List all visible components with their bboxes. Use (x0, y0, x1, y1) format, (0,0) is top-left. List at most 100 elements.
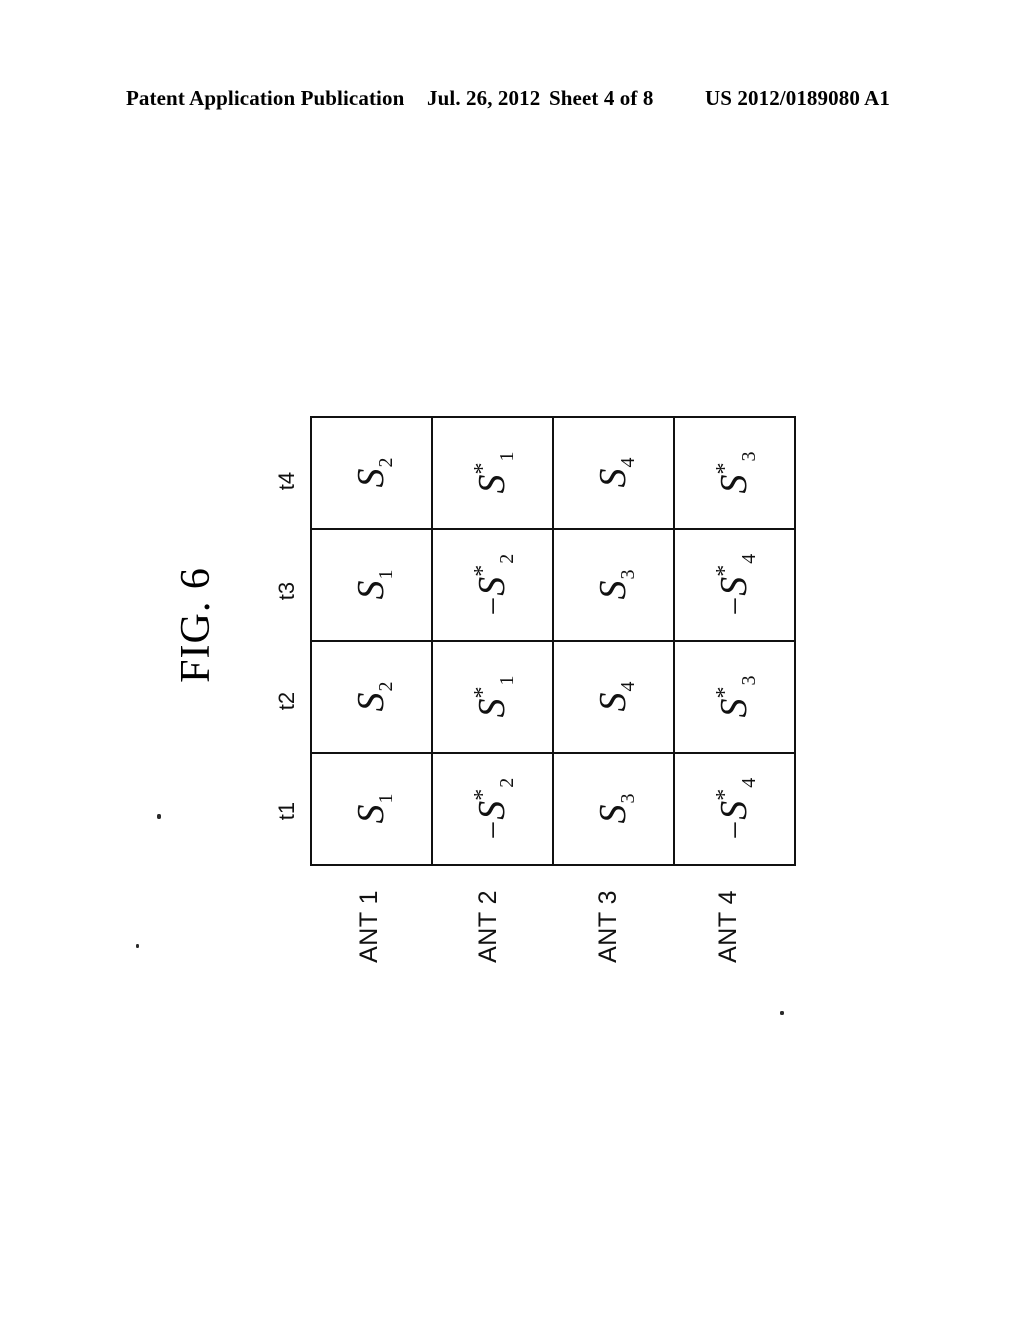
minus-sign: − (475, 820, 512, 840)
figure-label: FIG. 6 (173, 567, 219, 683)
symbol-subscript: 4 (616, 681, 639, 692)
cell-ant1-t2: S2 (311, 641, 432, 753)
symbol-ant1-t3: S1 (349, 570, 397, 600)
header-date-text: Jul. 26, 2012 (427, 86, 541, 110)
symbol-base: S (591, 468, 634, 488)
conjugate-asterisk: * (469, 686, 496, 699)
table-row: S1 S2 S1 S2 (311, 417, 432, 865)
symbol-ant1-t1: S1 (349, 794, 397, 824)
symbol-base: S (349, 580, 392, 600)
symbol-subscript: 2 (495, 777, 518, 788)
symbol-base: S (470, 800, 513, 820)
symbol-ant3-t4: S4 (591, 458, 639, 488)
symbol-subscript: 2 (374, 681, 397, 692)
symbol-ant4-t1: −S*4 (711, 778, 760, 840)
cell-ant1-t1: S1 (311, 753, 432, 865)
symbol-ant2-t1: −S*2 (469, 778, 518, 840)
symbol-ant2-t2: S*1 (469, 676, 518, 718)
header-publication-text: Patent Application Publication (126, 86, 405, 110)
symbol-subscript: 4 (737, 553, 760, 564)
time-header-t1: t1 (274, 801, 299, 821)
symbol-base: S (591, 692, 634, 712)
conjugate-asterisk: * (711, 564, 738, 577)
symbol-subscript: 3 (737, 451, 760, 462)
symbol-base: S (349, 692, 392, 712)
symbol-base: S (591, 804, 634, 824)
antenna-label-ant-3: ANT 3 (594, 890, 622, 963)
conjugate-asterisk: * (469, 788, 496, 801)
time-header-t3: t3 (274, 581, 299, 601)
symbol-subscript: 1 (374, 793, 397, 804)
symbol-subscript: 2 (495, 553, 518, 564)
symbol-ant2-t4: S*1 (469, 452, 518, 494)
figure-rotated-group: t1 t2 t3 t4 ANT 1 ANT 2 ANT 3 ANT 4 S1 S… (274, 417, 795, 1006)
symbol-subscript: 4 (616, 457, 639, 468)
cell-ant2-t2: S*1 (432, 641, 553, 753)
symbol-subscript: 1 (495, 451, 518, 462)
symbol-ant4-t4: S*3 (711, 452, 760, 494)
symbol-base: S (470, 474, 513, 494)
table-body: S1 S2 S1 S2 −S*2 S*1 −S*2 S*1 S3 S4 S3 S… (311, 417, 795, 865)
conjugate-asterisk: * (711, 686, 738, 699)
cell-ant3-t3: S3 (553, 529, 674, 641)
symbol-base: S (712, 576, 755, 596)
cell-ant3-t1: S3 (553, 753, 674, 865)
time-header-t4: t4 (274, 471, 299, 491)
cell-ant4-t2: S*3 (674, 641, 795, 753)
scan-speckle (136, 944, 139, 948)
symbol-ant3-t3: S3 (591, 570, 639, 600)
cell-ant2-t4: S*1 (432, 417, 553, 529)
symbol-ant3-t1: S3 (591, 794, 639, 824)
symbol-subscript: 3 (616, 569, 639, 580)
symbol-base: S (470, 698, 513, 718)
cell-ant1-t3: S1 (311, 529, 432, 641)
cell-ant4-t1: −S*4 (674, 753, 795, 865)
cell-ant4-t4: S*3 (674, 417, 795, 529)
symbol-subscript: 2 (374, 457, 397, 468)
table-row: S3 S4 S3 S4 (553, 417, 674, 865)
conjugate-asterisk: * (469, 462, 496, 475)
minus-sign: − (717, 596, 754, 616)
symbol-subscript: 1 (374, 569, 397, 580)
conjugate-asterisk: * (469, 564, 496, 577)
antenna-label-ant-1: ANT 1 (355, 890, 383, 963)
header-sheet-text: Sheet 4 of 8 (549, 86, 654, 110)
symbol-base: S (591, 580, 634, 600)
antenna-label-ant-4: ANT 4 (714, 890, 742, 963)
symbol-ant3-t2: S4 (591, 682, 639, 712)
symbol-ant4-t2: S*3 (711, 676, 760, 718)
symbol-subscript: 3 (616, 793, 639, 804)
stbc-encoding-table: S1 S2 S1 S2 −S*2 S*1 −S*2 S*1 S3 S4 S3 S… (310, 416, 796, 866)
cell-ant2-t1: −S*2 (432, 753, 553, 865)
minus-sign: − (475, 596, 512, 616)
table-row: −S*2 S*1 −S*2 S*1 (432, 417, 553, 865)
symbol-base: S (712, 698, 755, 718)
symbol-subscript: 1 (495, 675, 518, 686)
scan-speckle (157, 814, 161, 819)
symbol-base: S (712, 800, 755, 820)
symbol-subscript: 4 (737, 777, 760, 788)
cell-ant1-t4: S2 (311, 417, 432, 529)
symbol-ant1-t4: S2 (349, 458, 397, 488)
minus-sign: − (717, 820, 754, 840)
symbol-base: S (470, 576, 513, 596)
symbol-ant2-t3: −S*2 (469, 554, 518, 616)
cell-ant4-t3: −S*4 (674, 529, 795, 641)
time-header-t2: t2 (274, 691, 299, 711)
symbol-ant1-t2: S2 (349, 682, 397, 712)
scan-speckle (780, 1011, 784, 1015)
symbol-subscript: 3 (737, 675, 760, 686)
cell-ant2-t3: −S*2 (432, 529, 553, 641)
cell-ant3-t4: S4 (553, 417, 674, 529)
table-row: −S*4 S*3 −S*4 S*3 (674, 417, 795, 865)
antenna-label-ant-2: ANT 2 (474, 890, 502, 963)
symbol-ant4-t3: −S*4 (711, 554, 760, 616)
page-header: Patent Application Publication Jul. 26, … (0, 86, 1024, 116)
header-patent-number: US 2012/0189080 A1 (705, 86, 890, 110)
symbol-base: S (712, 474, 755, 494)
conjugate-asterisk: * (711, 462, 738, 475)
cell-ant3-t2: S4 (553, 641, 674, 753)
conjugate-asterisk: * (711, 788, 738, 801)
symbol-base: S (349, 468, 392, 488)
symbol-base: S (349, 804, 392, 824)
